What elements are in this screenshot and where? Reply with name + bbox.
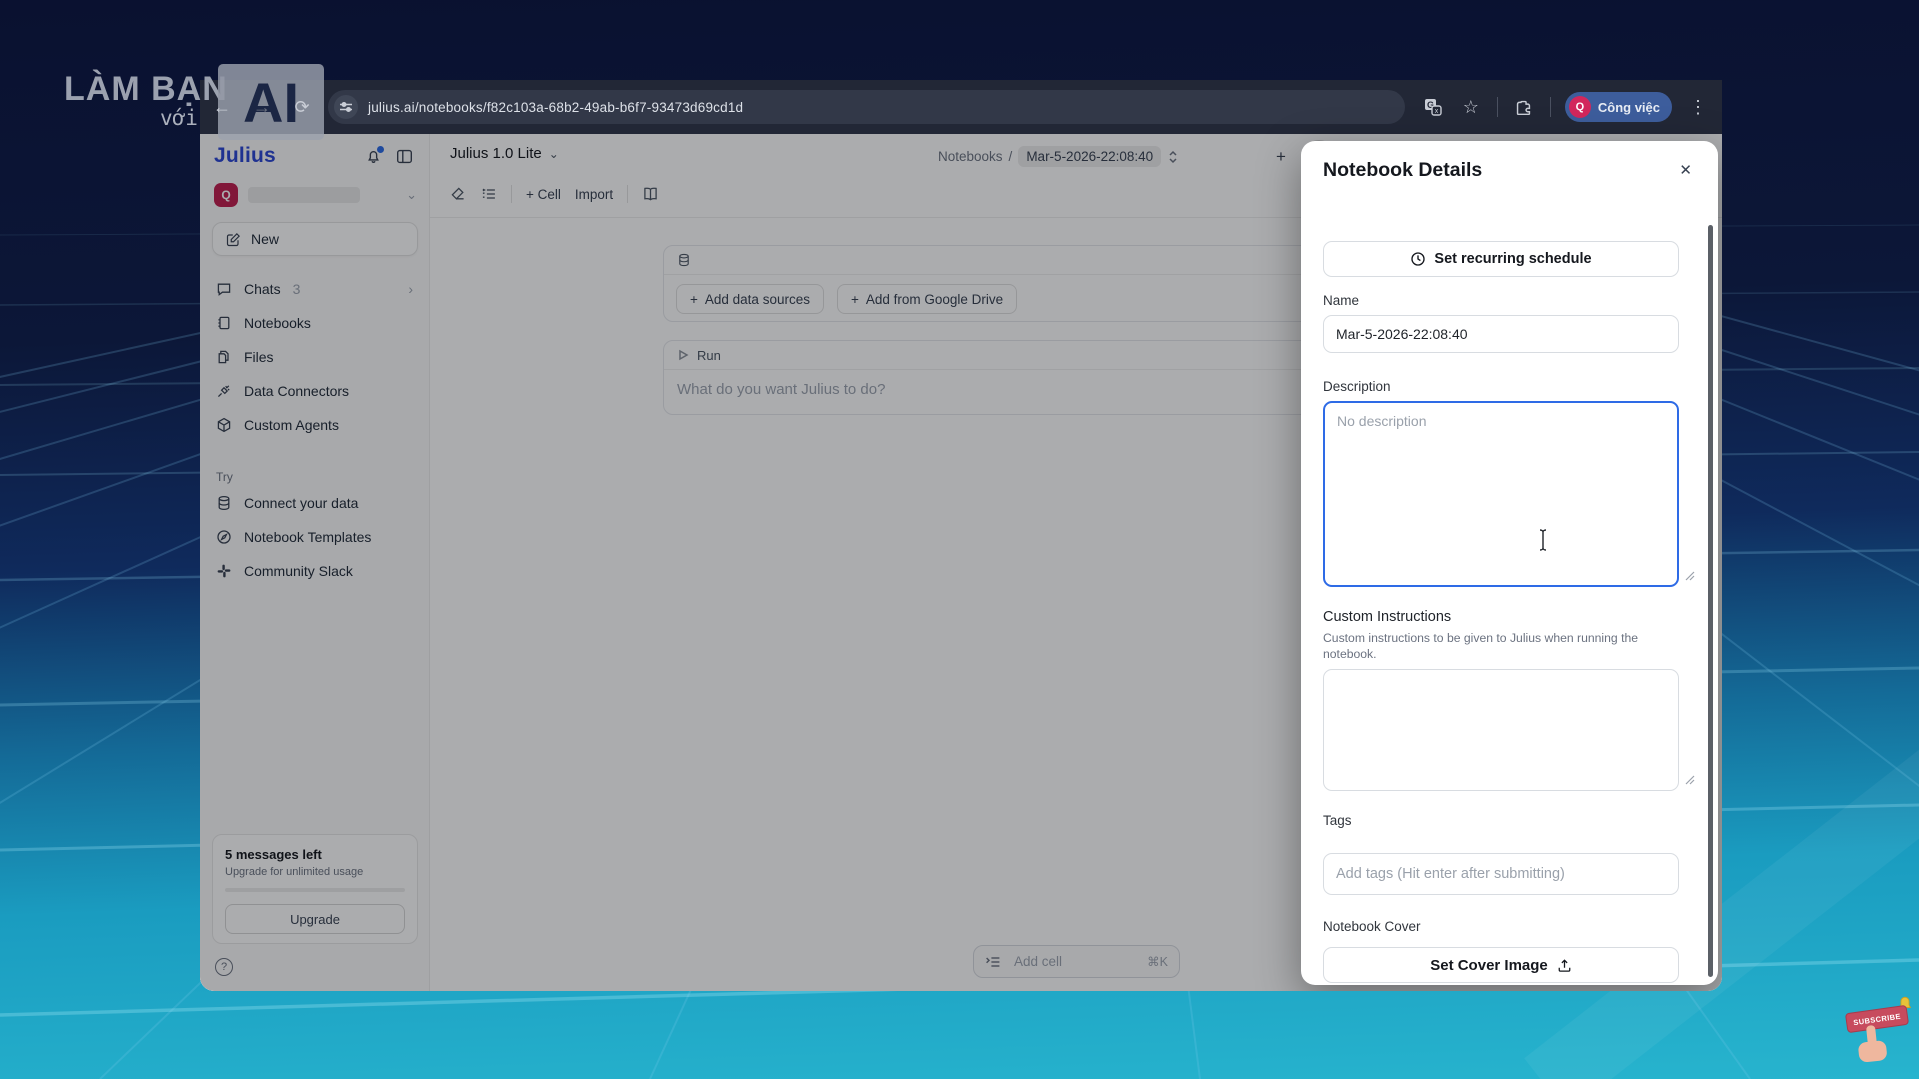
- browser-window: ← → ⟳ julius.ai/notebooks/f82c103a-68b2-…: [200, 80, 1722, 991]
- custom-instructions-help: Custom instructions to be given to Juliu…: [1323, 631, 1639, 661]
- tags-label: Tags: [1323, 813, 1352, 828]
- close-icon[interactable]: ✕: [1679, 161, 1692, 179]
- notebook-details-panel: Notebook Details ✕ Set recurring schedul…: [1301, 141, 1718, 985]
- name-input[interactable]: [1323, 315, 1679, 353]
- panel-scrollbar[interactable]: [1708, 225, 1713, 977]
- resize-handle-icon[interactable]: [1684, 570, 1695, 581]
- name-label: Name: [1323, 293, 1360, 308]
- description-textarea[interactable]: [1323, 401, 1679, 587]
- panel-title: Notebook Details: [1323, 159, 1483, 181]
- custom-instructions-label: Custom Instructions: [1323, 609, 1452, 625]
- back-icon[interactable]: ←: [210, 95, 234, 119]
- subscribe-sticker: SUBSCRIBE: [1840, 995, 1919, 1079]
- browser-toolbar: ← → ⟳ julius.ai/notebooks/f82c103a-68b2-…: [200, 80, 1722, 134]
- resize-handle-icon[interactable]: [1684, 774, 1695, 785]
- forward-icon[interactable]: →: [250, 95, 274, 119]
- upload-icon: [1558, 958, 1571, 972]
- video-background: LÀM BẠN với AI ← → ⟳ julius.ai/notebooks…: [0, 0, 1919, 1079]
- schedule-label: Set recurring schedule: [1434, 251, 1592, 267]
- custom-instructions-textarea[interactable]: [1323, 669, 1679, 791]
- cover-button-label: Set Cover Image: [1430, 956, 1548, 974]
- subscribe-button-graphic: SUBSCRIBE: [1844, 1004, 1910, 1034]
- text-cursor-icon: [1539, 529, 1547, 551]
- tags-input[interactable]: [1323, 853, 1679, 895]
- description-label: Description: [1323, 379, 1391, 394]
- set-cover-image-button[interactable]: Set Cover Image: [1323, 947, 1679, 983]
- notebook-cover-label: Notebook Cover: [1323, 919, 1421, 934]
- clock-icon: [1411, 252, 1426, 266]
- set-recurring-schedule-button[interactable]: Set recurring schedule: [1323, 241, 1679, 277]
- watermark-text-2: với: [160, 106, 198, 130]
- reload-icon[interactable]: ⟳: [290, 95, 314, 119]
